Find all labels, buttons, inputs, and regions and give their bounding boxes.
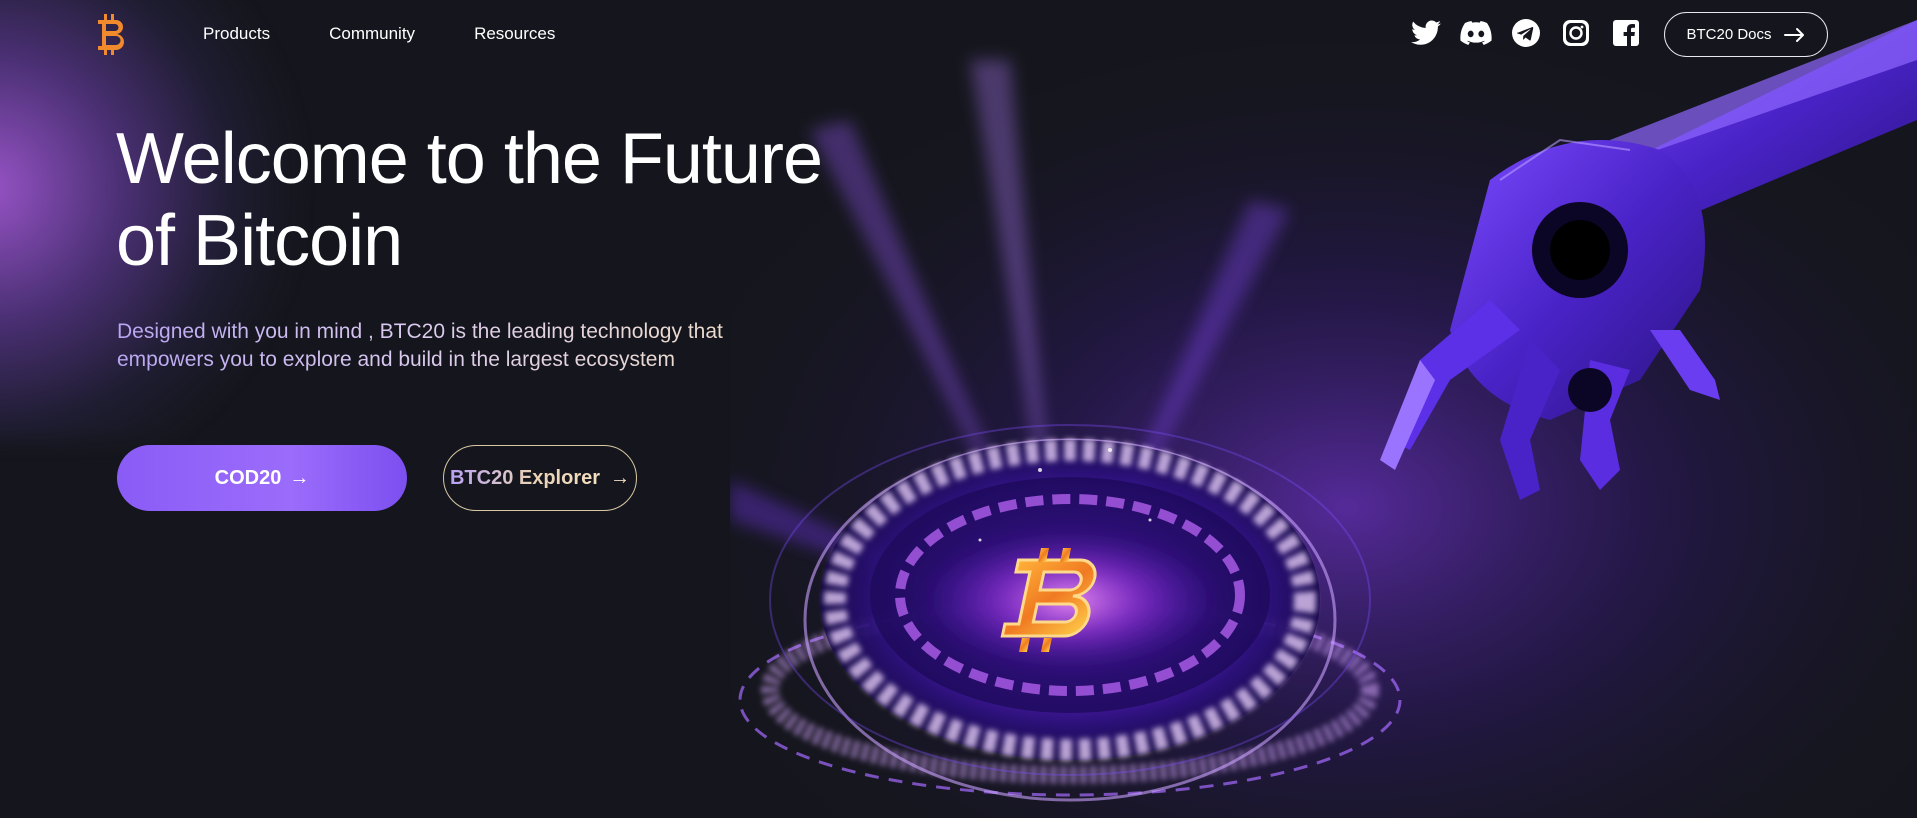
landing-page: Products Community Resources BTC20 Docs: [0, 0, 1917, 818]
top-navigation: Products Community Resources BTC20 Docs: [0, 0, 1917, 68]
social-links: [1410, 17, 1660, 49]
docs-button-label: BTC20 Docs: [1686, 26, 1772, 43]
arrow-right-icon: →: [610, 466, 631, 489]
nav-links: Products Community Resources: [203, 24, 614, 44]
docs-button[interactable]: BTC20 Docs: [1664, 12, 1828, 57]
arrow-right-icon: [1783, 27, 1804, 42]
hero-illustration: [730, 0, 1917, 818]
cod20-button-label: COD20: [214, 466, 282, 489]
btc20-explorer-button[interactable]: BTC20 Explorer →: [443, 445, 637, 511]
telegram-icon[interactable]: [1510, 17, 1542, 49]
discord-icon[interactable]: [1460, 17, 1492, 49]
instagram-icon[interactable]: [1560, 17, 1592, 49]
btc20-logo[interactable]: [94, 12, 130, 56]
explorer-button-label: BTC20 Explorer: [449, 466, 601, 489]
btc20-logo-icon: [98, 14, 124, 55]
hero-title: Welcome to the Future of Bitcoin: [116, 119, 823, 281]
facebook-icon[interactable]: [1610, 17, 1642, 49]
nav-products[interactable]: Products: [203, 24, 270, 44]
nav-resources[interactable]: Resources: [474, 24, 555, 44]
nav-community[interactable]: Community: [329, 24, 415, 44]
arrow-right-icon: →: [289, 466, 310, 489]
twitter-icon[interactable]: [1410, 17, 1442, 49]
hero-subtitle: Designed with you in mind , BTC20 is the…: [117, 318, 807, 374]
cod20-button[interactable]: COD20 →: [117, 445, 407, 511]
